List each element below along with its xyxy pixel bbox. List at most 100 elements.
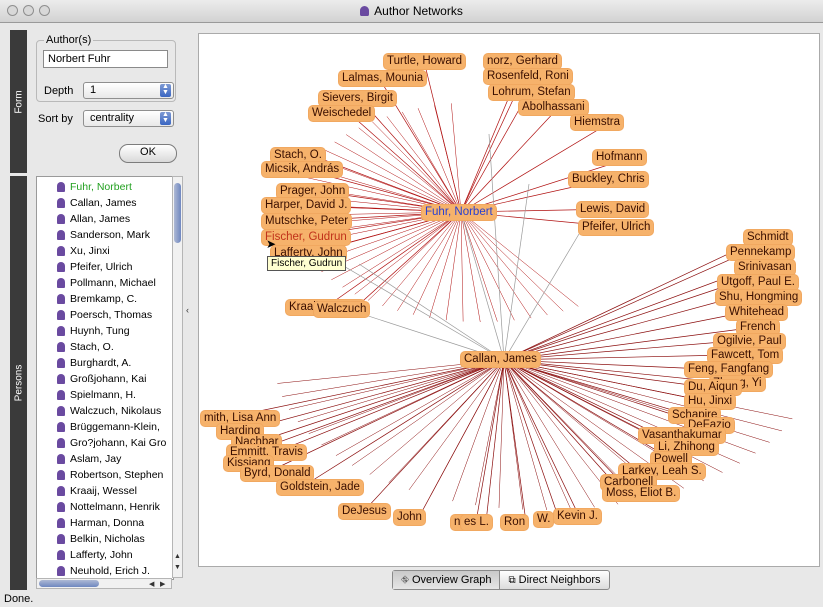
list-item[interactable]: Gro?johann, Kai Gro (37, 435, 171, 451)
graph-node[interactable]: DeJesus (339, 504, 390, 519)
graph-node[interactable]: Byrd, Donald (241, 466, 314, 481)
scroll-right-icon[interactable]: ▶ (160, 580, 165, 588)
scroll-left-icon[interactable]: ◀ (149, 580, 154, 588)
graph-node[interactable]: Ogilvie, Paul (714, 334, 785, 349)
person-name: Spielmann, H. (70, 389, 136, 401)
list-item[interactable]: Lafferty, John (37, 547, 171, 563)
list-item[interactable]: Allan, James (37, 211, 171, 227)
graph-node[interactable]: W. (534, 512, 554, 527)
person-icon (57, 566, 65, 576)
ok-button[interactable]: OK (119, 144, 177, 163)
app-icon (360, 6, 370, 16)
graph-edge (301, 359, 505, 488)
author-input[interactable]: Norbert Fuhr (43, 50, 168, 68)
network-graph-view[interactable]: Turtle, Howard norz, Gerhard Rosenfeld, Ro… (198, 33, 820, 567)
graph-node[interactable]: Srinivasan (735, 260, 795, 275)
vertical-scroll-thumb[interactable] (174, 183, 181, 243)
graph-node[interactable]: Hofmann (593, 150, 646, 165)
select-arrows-icon: ▲ ▼ (160, 111, 171, 125)
overview-graph-button[interactable]: ⛗ Overview Graph (393, 571, 501, 589)
graph-node[interactable]: Pennekamp (727, 245, 795, 260)
list-item[interactable]: Callan, James (37, 195, 171, 211)
graph-edge (460, 211, 532, 319)
list-item[interactable]: Bremkamp, C. (37, 291, 171, 307)
graph-edge (308, 359, 505, 434)
graph-node[interactable]: Lohrum, Stefan (489, 85, 574, 100)
graph-node[interactable]: Lalmas, Mounia (339, 71, 427, 86)
persons-vertical-scrollbar[interactable]: ▲ ▼ (172, 176, 183, 578)
graph-edge (241, 359, 505, 432)
list-item[interactable]: Poersch, Thomas (37, 307, 171, 323)
list-item[interactable]: Sanderson, Mark (37, 227, 171, 243)
person-icon (57, 310, 65, 320)
graph-node[interactable]: Kevin J. (554, 509, 601, 524)
graph-node[interactable]: Abolhassani (519, 100, 588, 115)
list-item[interactable]: Neuhold, Erich J. (37, 563, 171, 579)
graph-node[interactable]: John (394, 510, 425, 525)
scroll-down-icon[interactable]: ▼ (174, 564, 181, 571)
persons-tab[interactable]: Persons (10, 176, 27, 590)
graph-node[interactable]: Shu, Hongming (716, 290, 802, 305)
person-name: Robertson, Stephen (70, 469, 164, 481)
graph-node[interactable]: Callan, James (461, 352, 540, 367)
list-item[interactable]: Stach, O. (37, 339, 171, 355)
graph-node[interactable]: Hu, Jinxi (685, 394, 736, 409)
graph-node[interactable]: Whitehead (726, 305, 787, 320)
list-item[interactable]: Fuhr, Norbert (37, 179, 171, 195)
graph-node[interactable]: Fuhr, Norbert (422, 205, 496, 220)
graph-node[interactable]: Feng, Fangfang (685, 362, 773, 377)
list-item[interactable]: Robertson, Stephen (37, 467, 171, 483)
graph-node[interactable]: Stach, O. (271, 148, 325, 163)
list-item[interactable]: Pfeifer, Ulrich (37, 259, 171, 275)
graph-node[interactable]: Ron (501, 515, 529, 530)
graph-node[interactable]: Mutschke, Peter (262, 214, 352, 229)
graph-node[interactable]: Schmidt (744, 230, 792, 245)
list-item[interactable]: Großjohann, Kai (37, 371, 171, 387)
person-icon (57, 550, 65, 560)
form-tab[interactable]: Form (10, 30, 27, 173)
list-item[interactable]: Pollmann, Michael (37, 275, 171, 291)
list-item[interactable]: Xu, Jinxi (37, 243, 171, 259)
graph-node[interactable]: es L. (461, 515, 492, 530)
graph-node[interactable]: Harper, David J. (262, 198, 351, 213)
graph-node[interactable]: Sievers, Birgit (319, 91, 396, 106)
graph-node[interactable]: Hiemstra (571, 115, 624, 130)
list-item[interactable]: Brüggemann-Klein, (37, 419, 171, 435)
view-toggle: ⛗ Overview Graph ⧉ Direct Neighbors (392, 570, 610, 590)
graph-node[interactable]: Micsik, András (262, 162, 343, 177)
list-item[interactable]: Walczuch, Nikolaus (37, 403, 171, 419)
graph-node[interactable]: Turtle, Howard (384, 54, 465, 69)
list-item[interactable]: Nottelmann, Henrik (37, 499, 171, 515)
splitter-collapse-icon[interactable]: ‹ (186, 305, 189, 315)
list-item[interactable]: Burghardt, A. (37, 355, 171, 371)
list-item[interactable]: Kraaij, Wessel (37, 483, 171, 499)
graph-node[interactable]: French (737, 320, 779, 335)
graph-edge (335, 359, 505, 456)
graph-node[interactable]: Rosenfeld, Roni (484, 69, 572, 84)
graph-node[interactable]: Weischedel (309, 106, 375, 121)
persons-horizontal-scrollbar[interactable]: ◀ ▶ (36, 578, 172, 589)
list-item[interactable]: Belkin, Nicholas (37, 531, 171, 547)
horizontal-scroll-thumb[interactable] (39, 580, 99, 587)
graph-node[interactable]: Goldstein, Jade (277, 480, 363, 495)
graph-node[interactable]: Fawcett, Tom (708, 348, 783, 363)
list-item[interactable]: Harman, Donna (37, 515, 171, 531)
graph-node[interactable]: Prager, John (277, 184, 349, 199)
graph-node[interactable]: Walczuch (314, 302, 370, 317)
graph-node[interactable]: Utgoff, Paul E. (718, 275, 798, 290)
graph-node[interactable]: Du, Aiqun (685, 380, 741, 395)
depth-select[interactable]: 1 ▲ ▼ (83, 82, 174, 99)
graph-node[interactable]: norz, Gerhard (484, 54, 561, 69)
graph-node[interactable]: Buckley, Chris (569, 172, 648, 187)
persons-list[interactable]: Fuhr, Norbert Callan, James Allan, James Sa… (36, 176, 174, 580)
scroll-up-icon[interactable]: ▲ (174, 553, 181, 560)
list-item[interactable]: Huynh, Tung (37, 323, 171, 339)
graph-node[interactable]: Moss, Eliot B. (603, 486, 680, 501)
graph-node[interactable]: Lewis, David (577, 202, 649, 217)
list-item[interactable]: Spielmann, H. (37, 387, 171, 403)
direct-neighbors-button[interactable]: ⧉ Direct Neighbors (500, 571, 608, 589)
graph-edge (429, 211, 462, 318)
graph-node[interactable]: Pfeifer, Ulrich (579, 220, 654, 235)
sort-select[interactable]: centrality ▲ ▼ (83, 110, 174, 127)
list-item[interactable]: Aslam, Jay (37, 451, 171, 467)
